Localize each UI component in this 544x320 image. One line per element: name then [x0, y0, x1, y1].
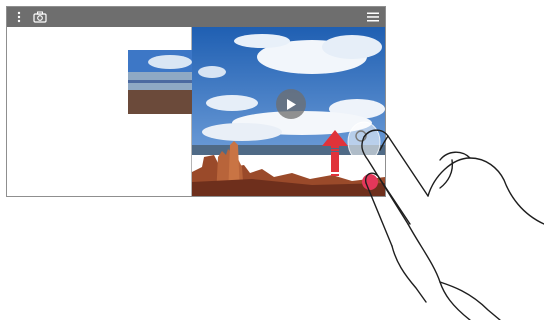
video-thumbnail[interactable] [128, 50, 192, 114]
phone-screen [6, 6, 386, 197]
top-toolbar [7, 7, 385, 27]
more-options-button[interactable] [11, 7, 27, 27]
play-icon [287, 98, 296, 110]
hand-pointer-icon [361, 129, 544, 320]
more-vertical-icon [17, 11, 21, 23]
gallery-pane [7, 27, 192, 196]
video-player[interactable] [192, 27, 385, 196]
play-button[interactable] [276, 89, 306, 119]
hamburger-icon [367, 12, 379, 22]
list-menu-button[interactable] [364, 7, 382, 27]
thumbnail-image [128, 50, 192, 114]
camera-icon [33, 11, 47, 23]
capture-button[interactable] [31, 7, 49, 27]
